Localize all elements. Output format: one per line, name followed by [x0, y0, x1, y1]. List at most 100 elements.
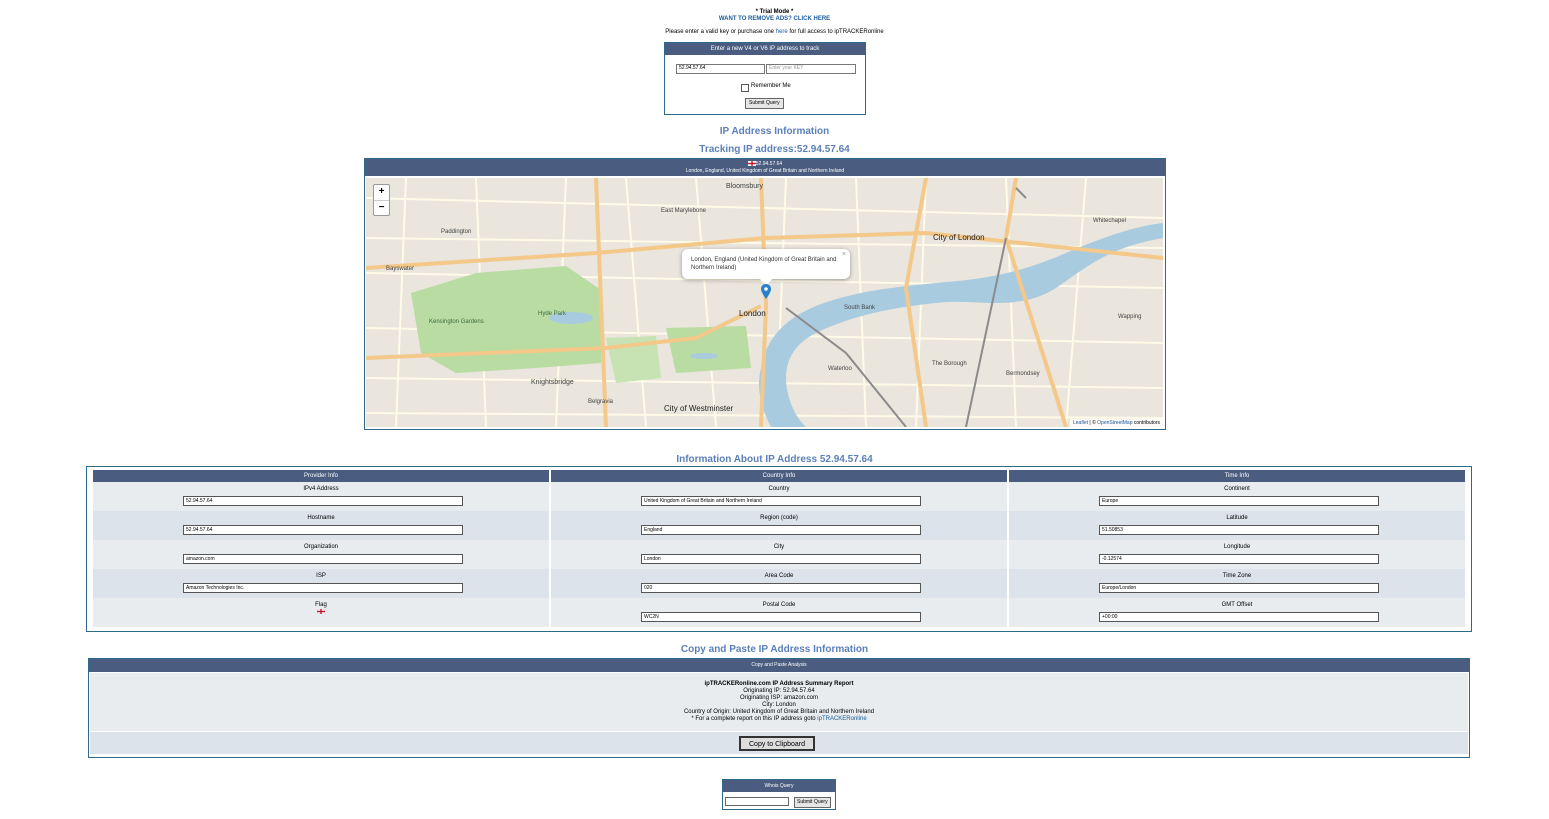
info-cell-organization: Organization amazon.com: [93, 540, 549, 569]
copy-paste-panel: Copy and Paste Analysis ipTRACKERonline.…: [88, 658, 1470, 758]
submit-query-button[interactable]: Submit Query: [745, 98, 784, 109]
whois-input[interactable]: [725, 797, 789, 806]
info-cell-ipv4: IPv4 Address 52.94.57.64: [93, 482, 549, 511]
key-input[interactable]: Enter your KEY: [766, 64, 856, 74]
zoom-in-button[interactable]: +: [374, 185, 389, 201]
key-notice-tail: for full access to ipTRACKERonline: [787, 29, 884, 35]
key-notice: Please enter a valid key or purchase one…: [0, 29, 1549, 35]
region-field[interactable]: England: [641, 525, 921, 535]
popup-text: London, England (United Kingdom of Great…: [691, 257, 837, 271]
info-cell-gmt-offset: GMT Offset +00:00: [1009, 598, 1465, 627]
iptrackeronline-link[interactable]: ipTRACKERonline: [817, 716, 866, 722]
whois-form: Whois Query Submit Query: [722, 779, 836, 810]
column-header: Provider Info: [93, 470, 549, 482]
ip-info-table: Provider Info IPv4 Address 52.94.57.64 H…: [86, 466, 1472, 632]
cell-label: GMT Offset: [1221, 602, 1253, 608]
info-cell-region: Region (code) England: [551, 511, 1007, 540]
organization-field[interactable]: amazon.com: [183, 554, 463, 564]
column-header: Time Info: [1009, 470, 1465, 482]
map-header: 52.94.57.64 London, England, United King…: [365, 159, 1165, 176]
report-more-text: * For a complete report on this IP addre…: [691, 716, 818, 722]
cell-label: Hostname: [307, 515, 335, 521]
location-marker-icon[interactable]: [761, 284, 771, 299]
label-marylebone: East Marylebone: [661, 208, 707, 214]
leaflet-link[interactable]: Leaflet: [1073, 420, 1088, 426]
attribution-rest: contributors: [1132, 420, 1160, 426]
zoom-control: + −: [373, 184, 390, 216]
column-header: Country Info: [551, 470, 1007, 482]
postal-code-field[interactable]: WC2N: [641, 612, 921, 622]
info-cell-postal-code: Postal Code WC2N: [551, 598, 1007, 627]
country-field[interactable]: United Kingdom of Great Britain and Nort…: [641, 496, 921, 506]
label-city-of-westminster: City of Westminster: [664, 404, 734, 413]
map-popup: London, England (United Kingdom of Great…: [682, 249, 850, 279]
report-more: * For a complete report on this IP addre…: [90, 716, 1468, 723]
label-whitechapel: Whitechapel: [1093, 218, 1126, 224]
about-ip-heading: Information About IP Address 52.94.57.64: [676, 454, 873, 465]
ipv4-field[interactable]: 52.94.57.64: [183, 496, 463, 506]
summary-report: ipTRACKERonline.com IP Address Summary R…: [90, 673, 1468, 731]
remember-me-label: Remember Me: [751, 83, 791, 89]
report-ip: Originating IP: 52.94.57.64: [743, 688, 815, 694]
osm-link[interactable]: OpenStreetMap: [1097, 420, 1132, 426]
trial-mode-title: * Trial Mode *: [755, 9, 794, 15]
cell-label: Country: [768, 486, 790, 492]
label-kensington-gardens: Kensington Gardens: [429, 319, 484, 325]
cell-label: Continent: [1224, 486, 1250, 492]
label-bermondsey: Bermondsey: [1006, 371, 1040, 377]
label-bloomsbury: Bloomsbury: [726, 183, 763, 190]
label-london: London: [739, 309, 766, 318]
info-cell-hostname: Hostname 52.94.57.64: [93, 511, 549, 540]
remember-me-checkbox[interactable]: [741, 84, 749, 92]
info-cell-area-code: Area Code 020: [551, 569, 1007, 598]
ip-info-heading: IP Address Information: [719, 126, 830, 137]
label-waterloo: Waterloo: [828, 366, 852, 372]
report-title: ipTRACKERonline.com IP Address Summary R…: [704, 681, 854, 687]
copy-to-clipboard-button[interactable]: Copy to Clipboard: [739, 736, 816, 751]
zoom-out-button[interactable]: −: [374, 201, 389, 216]
purchase-link[interactable]: here: [776, 29, 788, 35]
map-header-ip: 52.94.57.64: [365, 161, 1165, 168]
popup-close-button[interactable]: ×: [842, 251, 846, 259]
info-cell-isp: ISP Amazon Technologies Inc.: [93, 569, 549, 598]
cell-label: ISP: [316, 573, 326, 579]
provider-info-column: Provider Info IPv4 Address 52.94.57.64 H…: [93, 470, 549, 627]
time-info-column: Time Info Continent Europe Latitude 51.5…: [1009, 470, 1465, 627]
label-knightsbridge: Knightsbridge: [531, 379, 574, 386]
time-zone-field[interactable]: Europe/London: [1099, 583, 1379, 593]
ip-address-input[interactable]: 52.94.57.64: [676, 64, 765, 74]
cell-label: Time Zone: [1222, 573, 1252, 579]
uk-flag-icon: [747, 161, 756, 167]
info-cell-flag: Flag: [93, 598, 549, 627]
report-city: City: London: [762, 702, 796, 708]
track-form-header: Enter a new V4 or V6 IP address to track: [665, 43, 865, 55]
map-canvas[interactable]: Bloomsbury East Marylebone City of Londo…: [366, 178, 1163, 427]
city-field[interactable]: London: [641, 554, 921, 564]
key-notice-text: Please enter a valid key or purchase one: [665, 29, 776, 35]
hostname-field[interactable]: 52.94.57.64: [183, 525, 463, 535]
report-country: Country of Origin: United Kingdom of Gre…: [683, 709, 875, 715]
label-south-bank: South Bank: [844, 305, 876, 311]
whois-submit-button[interactable]: Submit Query: [794, 797, 831, 808]
isp-field[interactable]: Amazon Technologies Inc.: [183, 583, 463, 593]
st-james-lake: [690, 353, 718, 359]
continent-field[interactable]: Europe: [1099, 496, 1379, 506]
label-paddington: Paddington: [441, 229, 471, 235]
map-attribution: Leaflet | © OpenStreetMap contributors: [1070, 419, 1163, 427]
area-code-field[interactable]: 020: [641, 583, 921, 593]
gmt-offset-field[interactable]: +00:00: [1099, 612, 1379, 622]
track-ip-form: Enter a new V4 or V6 IP address to track…: [664, 42, 866, 115]
info-cell-time-zone: Time Zone Europe/London: [1009, 569, 1465, 598]
info-cell-country: Country United Kingdom of Great Britain …: [551, 482, 1007, 511]
remove-ads-link[interactable]: WANT TO REMOVE ADS? CLICK HERE: [0, 16, 1549, 22]
longitude-field[interactable]: -0.12574: [1099, 554, 1379, 564]
copy-paste-heading: Copy and Paste IP Address Information: [680, 644, 869, 655]
label-city-of-london: City of London: [933, 233, 985, 242]
cell-label: Postal Code: [762, 602, 796, 608]
latitude-field[interactable]: 51.50853: [1099, 525, 1379, 535]
label-hyde-park: Hyde Park: [538, 311, 567, 317]
label-bayswater: Bayswater: [386, 266, 414, 272]
cell-label: City: [773, 544, 785, 550]
map-panel: 52.94.57.64 London, England, United King…: [364, 158, 1166, 430]
tracking-heading: Tracking IP address:52.94.57.64: [699, 144, 850, 155]
